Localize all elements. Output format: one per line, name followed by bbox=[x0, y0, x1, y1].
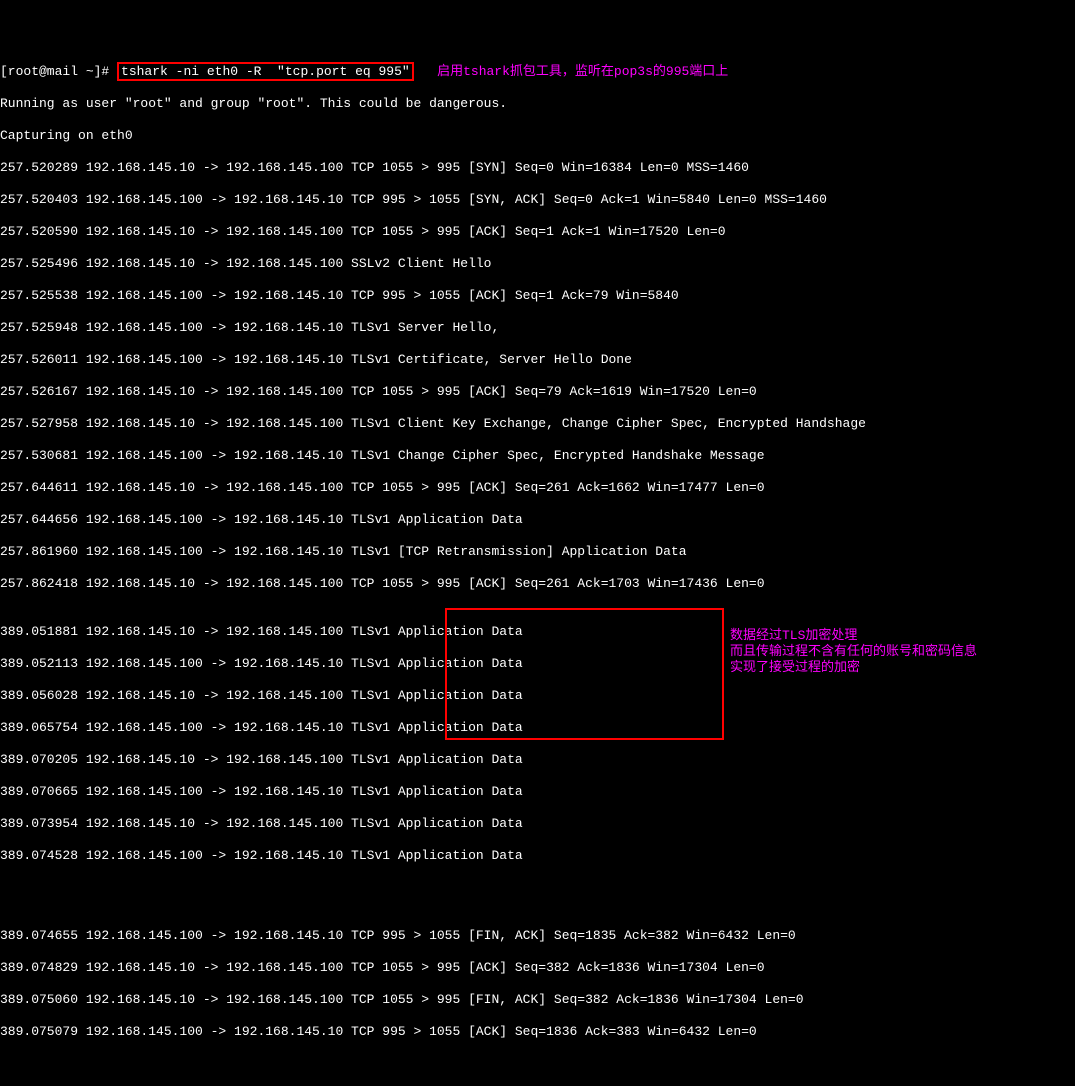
tls-highlight-block: 389.051881 192.168.145.10 -> 192.168.145… bbox=[0, 608, 1075, 912]
output-line: 257.525948 192.168.145.100 -> 192.168.14… bbox=[0, 320, 1075, 336]
output-line: 389.073954 192.168.145.10 -> 192.168.145… bbox=[0, 816, 1075, 832]
output-line: 257.526167 192.168.145.10 -> 192.168.145… bbox=[0, 384, 1075, 400]
output-line: 257.520590 192.168.145.10 -> 192.168.145… bbox=[0, 224, 1075, 240]
output-line: 257.526011 192.168.145.100 -> 192.168.14… bbox=[0, 352, 1075, 368]
prompt-text: [root@mail ~]# bbox=[0, 64, 117, 79]
output-line: 389.065754 192.168.145.100 -> 192.168.14… bbox=[0, 720, 1075, 736]
output-line: 257.527958 192.168.145.10 -> 192.168.145… bbox=[0, 416, 1075, 432]
output-line: 257.644656 192.168.145.100 -> 192.168.14… bbox=[0, 512, 1075, 528]
output-line: 389.074829 192.168.145.10 -> 192.168.145… bbox=[0, 960, 1075, 976]
output-line: Running as user "root" and group "root".… bbox=[0, 96, 1075, 112]
command-highlight: tshark -ni eth0 -R "tcp.port eq 995" bbox=[117, 62, 414, 81]
output-line: 257.530681 192.168.145.100 -> 192.168.14… bbox=[0, 448, 1075, 464]
output-line: 389.070205 192.168.145.10 -> 192.168.145… bbox=[0, 752, 1075, 768]
prompt-line: [root@mail ~]# tshark -ni eth0 -R "tcp.p… bbox=[0, 64, 1075, 80]
output-line: 389.075060 192.168.145.10 -> 192.168.145… bbox=[0, 992, 1075, 1008]
output-line: 257.525538 192.168.145.100 -> 192.168.14… bbox=[0, 288, 1075, 304]
output-line: Capturing on eth0 bbox=[0, 128, 1075, 144]
output-line: 257.861960 192.168.145.100 -> 192.168.14… bbox=[0, 544, 1075, 560]
output-line: 389.056028 192.168.145.10 -> 192.168.145… bbox=[0, 688, 1075, 704]
output-line: 389.074528 192.168.145.100 -> 192.168.14… bbox=[0, 848, 1075, 864]
output-line: 389.075079 192.168.145.100 -> 192.168.14… bbox=[0, 1024, 1075, 1040]
output-line: 257.644611 192.168.145.10 -> 192.168.145… bbox=[0, 480, 1075, 496]
output-line: 257.525496 192.168.145.10 -> 192.168.145… bbox=[0, 256, 1075, 272]
command-annotation: 启用tshark抓包工具，监听在pop3s的995端口上 bbox=[414, 64, 729, 79]
output-line: 257.862418 192.168.145.10 -> 192.168.145… bbox=[0, 576, 1075, 592]
output-line: 257.520289 192.168.145.10 -> 192.168.145… bbox=[0, 160, 1075, 176]
output-line: 257.520403 192.168.145.100 -> 192.168.14… bbox=[0, 192, 1075, 208]
tls-annotation: 数据经过TLS加密处理 而且传输过程不含有任何的账号和密码信息 实现了接受过程的… bbox=[730, 628, 977, 676]
output-line: 389.070665 192.168.145.100 -> 192.168.14… bbox=[0, 784, 1075, 800]
output-line: 389.074655 192.168.145.100 -> 192.168.14… bbox=[0, 928, 1075, 944]
